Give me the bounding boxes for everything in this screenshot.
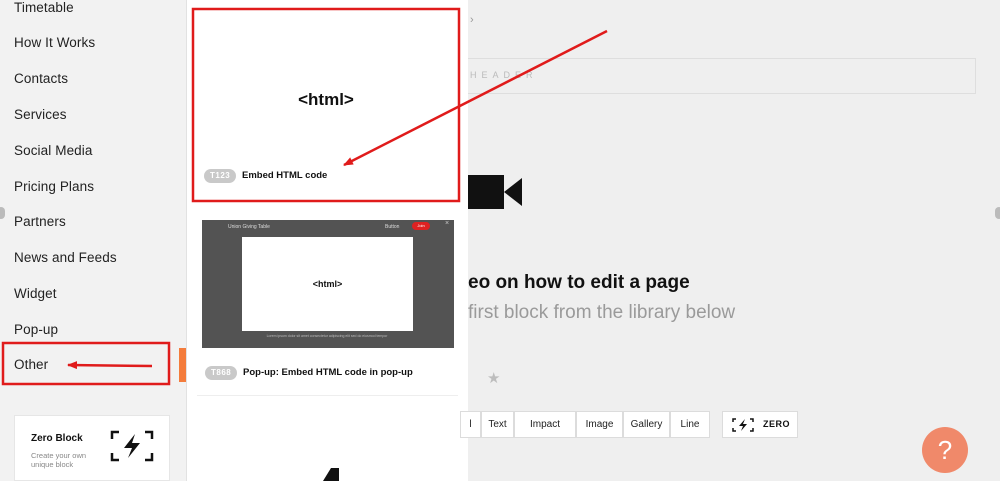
category-other[interactable]: Other xyxy=(14,357,48,372)
next-card-preview-icon xyxy=(323,468,339,481)
category-pricing-plans[interactable]: Pricing Plans xyxy=(14,179,94,194)
chevron-right-icon[interactable]: › xyxy=(470,14,474,26)
video-instructions-text[interactable]: eo on how to edit a page xyxy=(468,272,690,294)
preview-button: Button xyxy=(385,224,400,230)
block-type-button-text[interactable]: Text xyxy=(481,411,514,438)
block-label: Embed HTML code xyxy=(242,170,328,181)
category-social-media[interactable]: Social Media xyxy=(14,143,93,158)
category-news-and-feeds[interactable]: News and Feeds xyxy=(14,250,117,265)
html-preview-text: <html> xyxy=(312,279,343,289)
zero-button-label: ZERO xyxy=(763,419,791,429)
zero-block-button[interactable]: ZERO xyxy=(722,411,798,438)
zero-block-icon xyxy=(732,418,754,432)
block-type-button-impact[interactable]: Impact xyxy=(514,411,576,438)
editor-main-area: › HEADER eo on how to edit a page first … xyxy=(460,0,1000,481)
left-scroll-handle[interactable] xyxy=(0,207,5,219)
block-type-button-line[interactable]: Line xyxy=(670,411,710,438)
preview-popup-title: Union Giving Table xyxy=(228,224,270,230)
video-camera-icon[interactable] xyxy=(468,172,524,212)
preview-popup: <html> xyxy=(242,237,413,331)
category-contacts[interactable]: Contacts xyxy=(14,71,68,86)
zero-block-card[interactable]: Zero Block Create your own unique block xyxy=(14,415,170,481)
header-placeholder-text: HEADER xyxy=(470,70,538,80)
category-partners[interactable]: Partners xyxy=(14,214,66,229)
category-pop-up[interactable]: Pop-up xyxy=(14,322,58,337)
block-card-t123[interactable]: <html> T123 Embed HTML code xyxy=(197,14,455,194)
preview-close-icon: × xyxy=(445,220,450,227)
category-timetable[interactable]: Timetable xyxy=(14,0,74,15)
category-services[interactable]: Services xyxy=(14,107,67,122)
block-tag: T123 xyxy=(204,169,237,183)
category-widget[interactable]: Widget xyxy=(14,286,57,301)
block-card-t868-preview[interactable]: Union Giving Table Button Join × <html> … xyxy=(202,220,454,348)
block-type-button-partial[interactable]: l xyxy=(460,411,481,438)
preview-button-red: Join xyxy=(412,222,430,230)
category-how-it-works[interactable]: How It Works xyxy=(14,35,95,50)
html-preview-text: <html> xyxy=(298,90,354,109)
zero-block-title: Zero Block xyxy=(31,433,83,444)
help-button[interactable]: ? xyxy=(922,427,968,473)
zero-block-icon xyxy=(110,430,154,462)
right-scroll-handle[interactable] xyxy=(995,207,1000,219)
block-label: Pop-up: Embed HTML code in pop-up xyxy=(243,367,413,378)
star-icon[interactable]: ★ xyxy=(487,369,500,387)
block-tag: T868 xyxy=(205,366,238,380)
block-type-button-gallery[interactable]: Gallery xyxy=(623,411,670,438)
zero-block-description: Create your own unique block xyxy=(31,451,87,469)
card-divider xyxy=(197,395,458,396)
block-type-button-image[interactable]: Image xyxy=(576,411,623,438)
category-sidebar: Timetable How It Works Contacts Services… xyxy=(0,0,187,481)
active-category-indicator xyxy=(179,348,186,382)
block-library-panel: <html> T123 Embed HTML code Union Giving… xyxy=(187,0,468,481)
header-block-placeholder[interactable]: HEADER xyxy=(468,58,976,94)
library-instructions-text: first block from the library below xyxy=(468,302,736,323)
preview-caption: Lorem ipsum dolor sit amet consectetur a… xyxy=(266,334,388,338)
